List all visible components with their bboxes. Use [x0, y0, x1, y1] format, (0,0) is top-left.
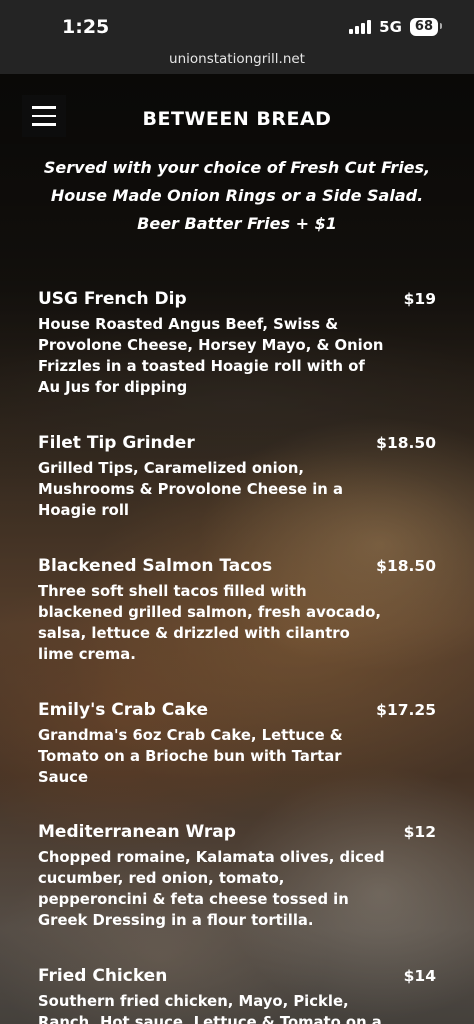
item-description: Grilled Tips, Caramelized onion, Mushroo…: [38, 460, 343, 519]
signal-icon: [349, 20, 372, 34]
menu-item: Emily's Crab Cake $17.25 Grandma's 6oz C…: [38, 699, 436, 821]
battery-icon: 68: [409, 18, 443, 36]
item-price: $18.50: [376, 557, 436, 575]
item-price: $12: [403, 823, 436, 841]
item-name: USG French Dip: [38, 289, 187, 309]
item-name: Mediterranean Wrap: [38, 822, 236, 842]
menu-item: Filet Tip Grinder $18.50 Grilled Tips, C…: [38, 432, 436, 555]
item-price: $17.25: [376, 701, 436, 719]
menu-item: Mediterranean Wrap $12 Chopped romaine, …: [38, 821, 436, 965]
item-price: $14: [403, 967, 436, 985]
status-bar: 1:25 5G 68: [0, 0, 474, 48]
item-description: House Roasted Angus Beef, Swiss & Provol…: [38, 316, 384, 396]
status-time: 1:25: [62, 16, 110, 38]
item-price: $19: [403, 290, 436, 308]
item-description: Southern fried chicken, Mayo, Pickle, Ra…: [38, 993, 382, 1024]
intro-line: Served with your choice of Fresh Cut Fri…: [43, 158, 431, 177]
address-bar[interactable]: unionstationgrill.net: [0, 48, 474, 74]
section-intro: Served with your choice of Fresh Cut Fri…: [20, 154, 454, 238]
status-indicators: 5G 68: [349, 18, 443, 36]
item-name: Fried Chicken: [38, 966, 168, 986]
item-description: Three soft shell tacos filled with black…: [38, 583, 382, 663]
menu-list: USG French Dip $19 House Roasted Angus B…: [38, 288, 436, 1024]
item-description: Grandma's 6oz Crab Cake, Lettuce & Tomat…: [38, 727, 343, 786]
intro-line: House Made Onion Rings or a Side Salad.: [50, 186, 424, 205]
menu-item: Fried Chicken $14 Southern fried chicken…: [38, 965, 436, 1024]
item-description: Chopped romaine, Kalamata olives, diced …: [38, 849, 385, 929]
menu-item: Blackened Salmon Tacos $18.50 Three soft…: [38, 555, 436, 699]
menu-item: USG French Dip $19 House Roasted Angus B…: [38, 288, 436, 432]
intro-line: Beer Batter Fries + $1: [137, 214, 337, 233]
menu-page: BETWEEN BREAD Served with your choice of…: [0, 74, 474, 1024]
section-title: BETWEEN BREAD: [142, 108, 332, 130]
network-type: 5G: [379, 18, 402, 36]
item-price: $18.50: [376, 434, 436, 452]
